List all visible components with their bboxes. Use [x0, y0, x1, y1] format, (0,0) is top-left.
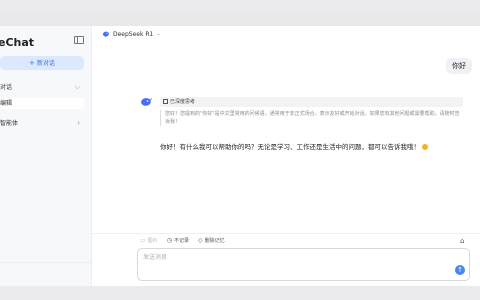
whale-logo-icon [102, 31, 109, 37]
app-name: eChat [0, 36, 35, 49]
user-message-bubble: 你好 [446, 58, 472, 74]
sidebar-toggle-icon[interactable] [74, 36, 84, 44]
image-icon: ▭ [140, 237, 146, 244]
clock-icon: ◷ [166, 237, 172, 244]
clear-chat-icon[interactable]: ⌂ [460, 237, 464, 245]
chevron-right-icon[interactable]: › [77, 118, 80, 129]
model-name: DeepSeek R1 [113, 30, 154, 38]
tool-label: 不记录 [173, 238, 189, 244]
sidebar-item-active-chat[interactable]: 编辑 [0, 98, 84, 109]
thinking-text: 您好！您提到的"你好"是中文里常用的问候语，通常用于非正式场合，表示友好或开始对… [160, 110, 463, 126]
plus-icon: + [29, 59, 35, 67]
assistant-answer: 你好！有什么我可以帮助你的吗？无论是学习、工作还是生活中的问题，都可以告诉我哦！ [160, 142, 480, 152]
model-selector[interactable]: DeepSeek R1 ⌄ [102, 29, 161, 39]
browser-top-bar [0, 0, 480, 14]
send-button[interactable]: ↑ [455, 265, 465, 275]
delete-memory-button[interactable]: ◇ 删除记忆 [198, 237, 225, 244]
eraser-icon: ◇ [197, 237, 203, 244]
assistant-avatar-icon [141, 97, 152, 106]
assistant-answer-text: 你好！有什么我可以帮助你的吗？无论是学习、工作还是生活中的问题，都可以告诉我哦！ [160, 143, 420, 151]
thinking-icon [163, 99, 168, 104]
sidebar-item-label: 智能体 [0, 120, 19, 127]
thinking-block: 已深度思考 您好！您提到的"你好"是中文里常用的问候语，通常用于非正式场合，表示… [160, 97, 463, 126]
no-record-button[interactable]: ◷ 不记录 [167, 237, 189, 244]
message-composer[interactable]: ↑ [137, 248, 470, 281]
message-input[interactable] [143, 253, 443, 262]
browser-bottom-bar [0, 286, 480, 300]
sidebar-item-label: 编辑 [0, 100, 13, 107]
image-upload-button[interactable]: ▭ 图片 [140, 237, 158, 244]
sidebar-item-agents[interactable]: 智能体 › [0, 118, 84, 129]
new-chat-button[interactable]: + 新对话 [0, 56, 84, 70]
new-chat-label: 新对话 [36, 60, 55, 67]
smile-emoji-icon [422, 144, 428, 150]
chevron-down-icon[interactable]: ⌵ [75, 82, 80, 93]
sidebar-item-label: 对话 [0, 84, 13, 91]
composer-toolbar: ▭ 图片 ◷ 不记录 ◇ 删除记忆 [140, 236, 225, 245]
tool-label: 删除记忆 [204, 238, 225, 244]
sidebar-divider [0, 262, 91, 263]
arrow-up-icon: ↑ [457, 266, 463, 274]
composer-divider [92, 233, 480, 234]
sidebar: eChat + 新对话 对话 ⌵ 编辑 智能体 › [0, 26, 92, 286]
thinking-title: 已深度思考 [170, 99, 196, 105]
sidebar-item-chats[interactable]: 对话 ⌵ [0, 82, 84, 93]
thinking-header[interactable]: 已深度思考 [160, 97, 463, 107]
tool-label: 图片 [147, 238, 158, 244]
chat-area: DeepSeek R1 ⌄ 你好 已深度思考 您好！您提到的"你好"是中文里常用… [92, 26, 480, 286]
chevron-down-icon: ⌄ [156, 31, 161, 37]
